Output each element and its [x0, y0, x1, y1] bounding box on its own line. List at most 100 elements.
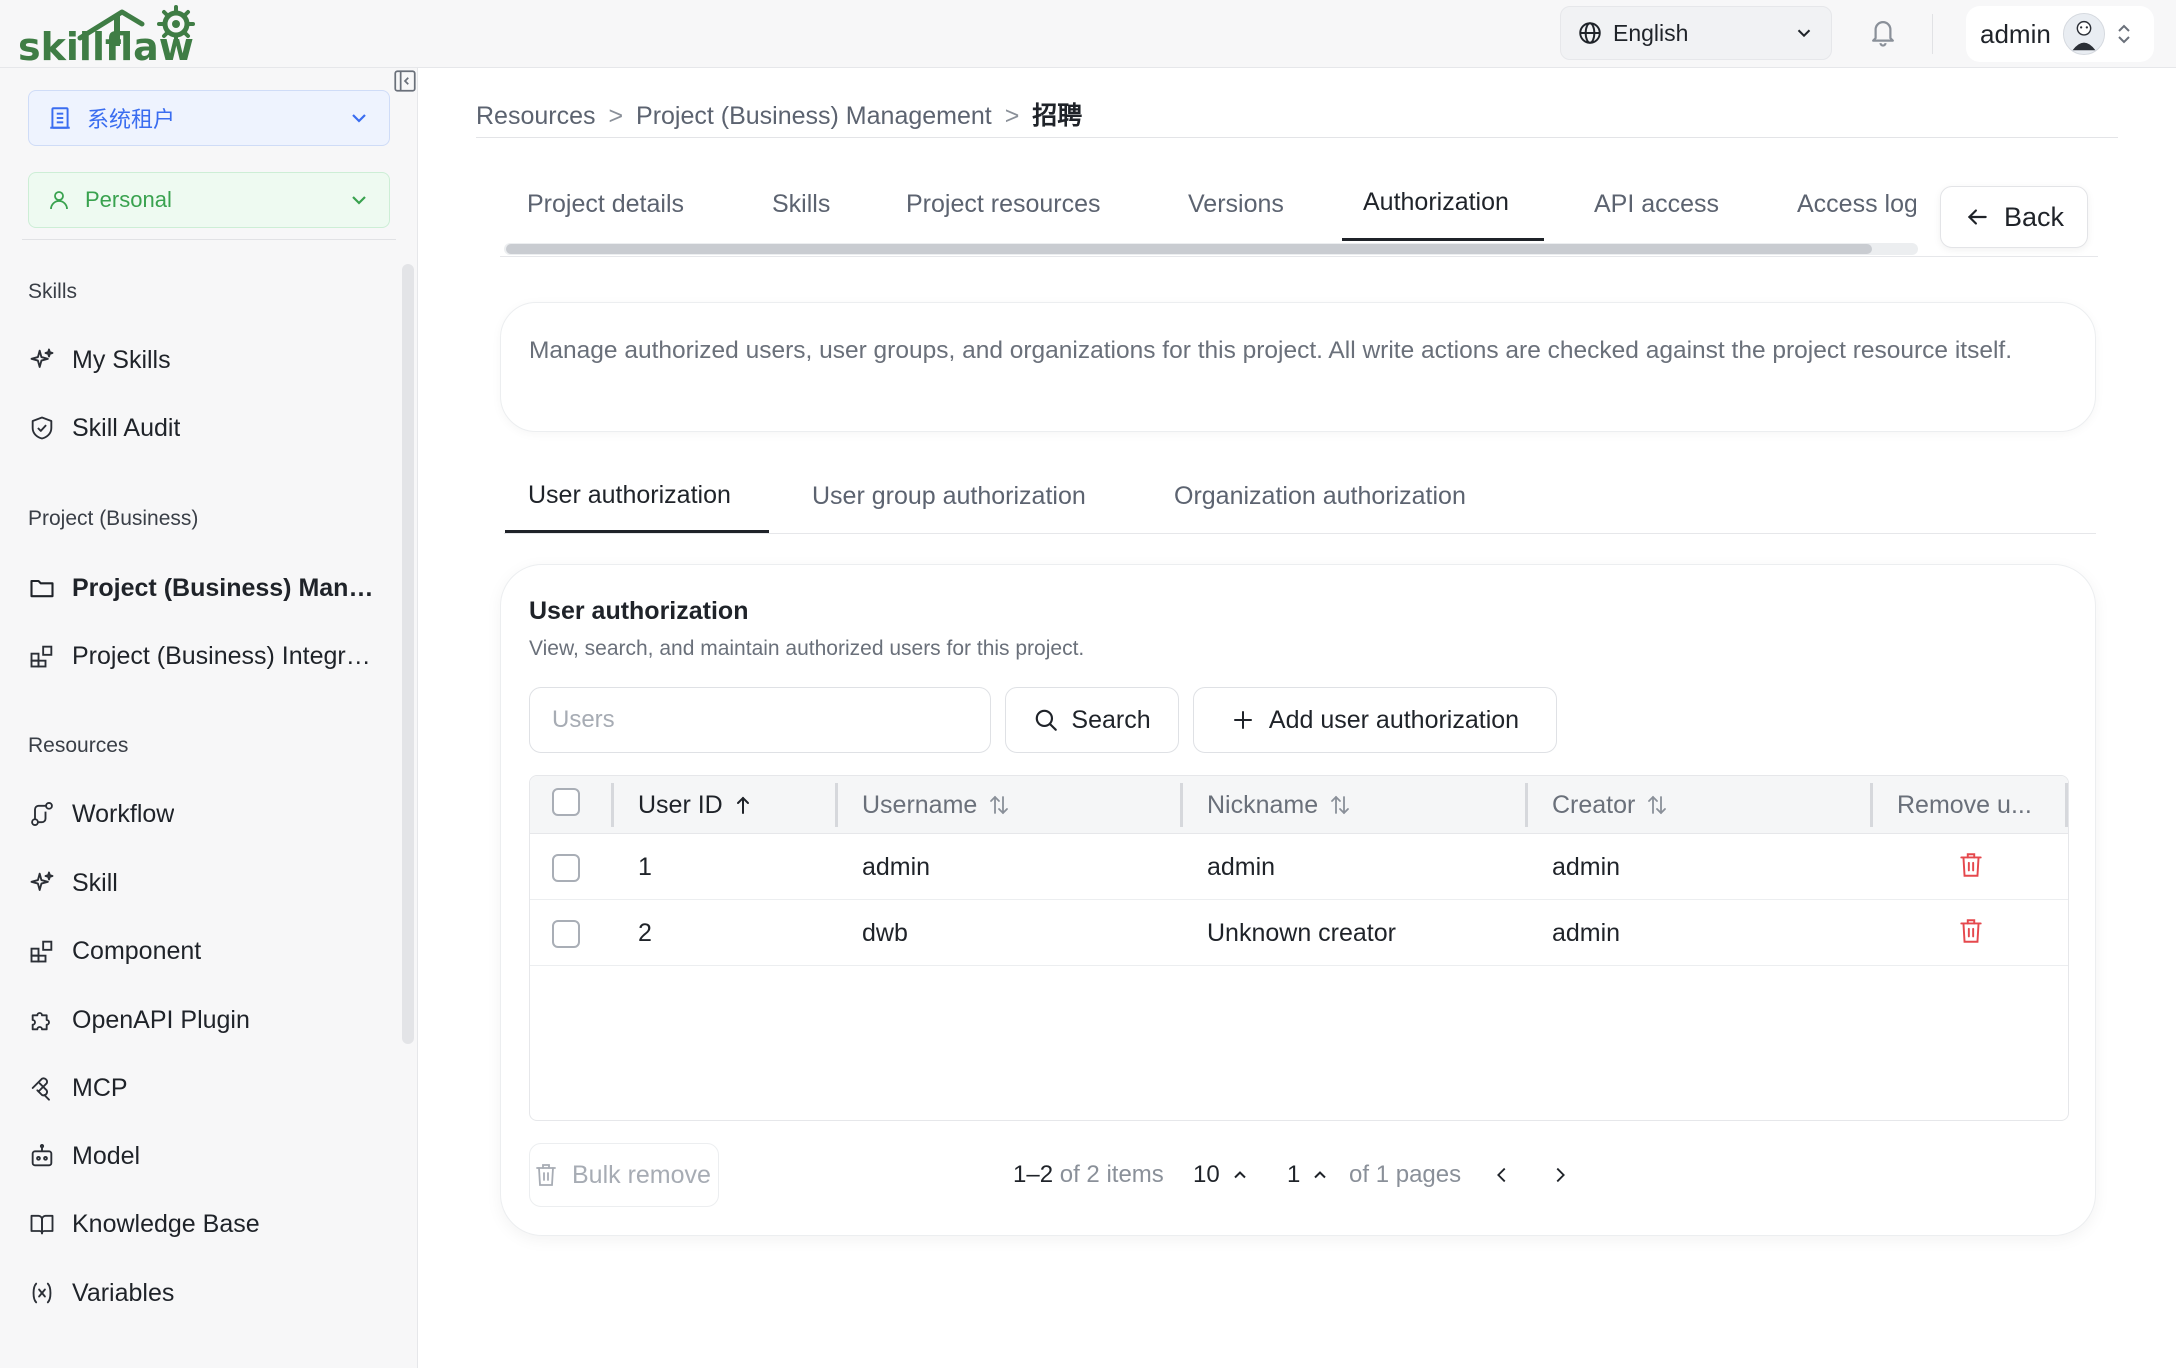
- tab-api-access[interactable]: API access: [1594, 190, 1719, 219]
- subtab-organization-authorization[interactable]: Organization authorization: [1174, 482, 1466, 511]
- tab-skills[interactable]: Skills: [772, 190, 830, 219]
- top-bar: skillflaw English admin: [0, 0, 2176, 68]
- sidebar-item-label: MCP: [72, 1073, 128, 1102]
- topbar-divider: [1932, 14, 1933, 54]
- arrow-up-icon: [736, 796, 749, 814]
- workflow-icon: [31, 801, 53, 827]
- pagination-pages-label: pages: [1395, 1161, 1462, 1188]
- cell-nickname: admin: [1207, 852, 1276, 881]
- section-project: Project (Business): [28, 507, 199, 530]
- sidebar-scrollbar[interactable]: [402, 264, 414, 1044]
- tab-project-resources[interactable]: Project resources: [906, 190, 1101, 219]
- cell-creator: admin: [1552, 852, 1621, 881]
- page-size-select[interactable]: 10: [1193, 1143, 1250, 1207]
- active-tab-indicator: [1342, 238, 1544, 241]
- tab-versions[interactable]: Versions: [1188, 190, 1284, 219]
- blocks-icon: [30, 940, 53, 963]
- subtab-user-authorization[interactable]: User authorization: [528, 481, 731, 510]
- column-creator[interactable]: Creator: [1552, 776, 1669, 834]
- users-search-input[interactable]: [529, 687, 991, 753]
- svg-text:skillflaw: skillflaw: [18, 25, 194, 64]
- sidebar-item-model[interactable]: Model: [28, 1131, 388, 1181]
- sidebar-item-skill[interactable]: Skill: [28, 858, 388, 908]
- sidebar-item-workflow[interactable]: Workflow: [28, 789, 388, 839]
- tenant-select[interactable]: 系统租户: [28, 90, 390, 146]
- user-authorization-card: User authorization View, search, and mai…: [500, 564, 2096, 1236]
- column-username[interactable]: Username: [862, 776, 1011, 834]
- add-user-authorization-button[interactable]: Add user authorization: [1193, 687, 1557, 753]
- back-label: Back: [2003, 201, 2065, 232]
- column-label: Remove u...: [1897, 790, 2032, 819]
- sidebar-item-skill-audit[interactable]: Skill Audit: [28, 403, 388, 453]
- cell-nickname: Unknown creator: [1207, 918, 1396, 947]
- breadcrumb-item[interactable]: Project (Business) Management: [636, 102, 992, 130]
- mcp-icon: [31, 1077, 50, 1101]
- sidebar-item-mcp[interactable]: MCP: [28, 1063, 388, 1113]
- globe-icon: [1579, 22, 1601, 44]
- column-label: Username: [862, 790, 978, 819]
- user-menu[interactable]: admin: [1966, 6, 2154, 62]
- sidebar-item-label: Skill: [72, 868, 118, 897]
- pagination-range: 1–2: [1013, 1161, 1054, 1188]
- avatar: [2062, 13, 2105, 55]
- language-select[interactable]: English: [1560, 6, 1832, 60]
- workspace-label: Personal: [85, 187, 172, 212]
- breadcrumb-item[interactable]: Resources: [476, 102, 596, 130]
- column-separator: [835, 783, 838, 827]
- trash-icon[interactable]: [1958, 917, 1984, 945]
- user-name: admin: [1980, 18, 2051, 49]
- search-button[interactable]: Search: [1005, 687, 1179, 753]
- robot-icon: [31, 1143, 53, 1167]
- info-card: Manage authorized users, user groups, an…: [500, 302, 2096, 432]
- tabs-scrollbar[interactable]: [506, 244, 1872, 254]
- prev-page-button[interactable]: [1491, 1143, 1513, 1207]
- section-subtitle: View, search, and maintain authorized us…: [529, 637, 1085, 660]
- column-label: Creator: [1552, 790, 1636, 819]
- sidebar-item-label: Project (Business) Management: [72, 573, 382, 602]
- add-label: Add user authorization: [1268, 705, 1520, 734]
- bulk-remove-button[interactable]: Bulk remove: [529, 1143, 719, 1207]
- sidebar-item-openapi-plugin[interactable]: OpenAPI Plugin: [28, 995, 388, 1045]
- back-button[interactable]: Back: [1940, 186, 2088, 248]
- sort-icon: [1648, 795, 1667, 815]
- sort-icon: [990, 795, 1009, 815]
- bell-icon[interactable]: [1868, 16, 1898, 48]
- sidebar-item-project-management[interactable]: Project (Business) Management: [28, 563, 388, 613]
- column-separator: [2065, 783, 2068, 827]
- chevron-up-icon: [1233, 1171, 1246, 1179]
- sidebar-item-my-skills[interactable]: My Skills: [28, 335, 388, 385]
- sidebar-item-label: Component: [72, 936, 202, 965]
- page-number-value: 1: [1287, 1161, 1301, 1188]
- tab-authorization[interactable]: Authorization: [1363, 188, 1509, 217]
- sidebar-item-knowledge-base[interactable]: Knowledge Base: [28, 1199, 388, 1249]
- column-separator: [1180, 783, 1183, 827]
- row-checkbox[interactable]: [552, 920, 580, 948]
- trash-icon[interactable]: [1958, 851, 1984, 879]
- divider: [500, 256, 2098, 257]
- sidebar-item-label: Skill Audit: [72, 413, 181, 442]
- workspace-select[interactable]: Personal: [28, 172, 390, 228]
- cell-user-id: 2: [638, 918, 652, 947]
- sparkle-icon: [30, 871, 54, 891]
- tab-access-logs[interactable]: Access logs: [1797, 190, 1916, 219]
- select-all-checkbox[interactable]: [552, 788, 580, 816]
- row-checkbox[interactable]: [552, 854, 580, 882]
- breadcrumb-separator: >: [608, 102, 624, 130]
- skillflaw-logo[interactable]: skillflaw: [18, 4, 248, 64]
- pagination-total: 2: [1086, 1161, 1100, 1188]
- next-page-button[interactable]: [1549, 1143, 1571, 1207]
- sidebar-item-project-integration[interactable]: Project (Business) Integration: [28, 631, 388, 681]
- sidebar-item-component[interactable]: Component: [28, 926, 388, 976]
- sidebar-item-variables[interactable]: Variables: [28, 1268, 388, 1318]
- breadcrumb-separator: >: [1004, 102, 1020, 130]
- column-user-id[interactable]: User ID: [638, 776, 753, 834]
- collapse-sidebar-icon[interactable]: [392, 68, 418, 94]
- page-number-select[interactable]: 1: [1287, 1143, 1330, 1207]
- subtab-user-group-authorization[interactable]: User group authorization: [812, 482, 1086, 511]
- column-label: Nickname: [1207, 790, 1319, 819]
- pagination-page-count: 1: [1375, 1161, 1390, 1188]
- cell-user-id: 1: [638, 852, 652, 881]
- tab-project-details[interactable]: Project details: [527, 190, 684, 219]
- column-nickname[interactable]: Nickname: [1207, 776, 1352, 834]
- breadcrumb: Resources > Project (Business) Managemen…: [476, 96, 1082, 132]
